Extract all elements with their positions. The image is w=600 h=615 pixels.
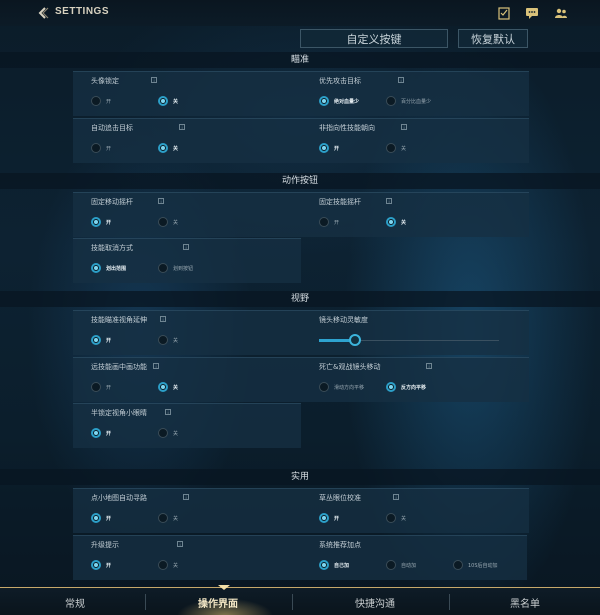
option-auto-after-10s[interactable]: 10S后自动加 (453, 560, 498, 570)
option-swipe-direction[interactable]: 滑动方向平移 (319, 382, 364, 392)
card-fixed-skill-stick: 固定技能摇杆 i 开 关 (301, 192, 529, 237)
info-icon[interactable]: i (183, 494, 189, 500)
info-icon[interactable]: i (165, 409, 171, 415)
option-on[interactable]: 开 (91, 513, 111, 523)
info-icon[interactable]: i (426, 363, 432, 369)
option-on[interactable]: 开 (91, 335, 111, 345)
card-title: 死亡&观战镜头移动 (319, 363, 381, 371)
slider-handle[interactable] (349, 334, 361, 346)
checklist-icon[interactable] (497, 6, 511, 20)
option-on[interactable]: 开 (91, 382, 111, 392)
card-title: 固定移动摇杆 (91, 198, 133, 206)
option-on[interactable]: 开 (91, 428, 111, 438)
option-off[interactable]: 关 (158, 428, 178, 438)
option-off[interactable]: 关 (158, 143, 178, 153)
info-icon[interactable]: i (401, 124, 407, 130)
info-icon[interactable]: i (160, 316, 166, 322)
option-off[interactable]: 关 (158, 217, 178, 227)
card-camera-sensitivity: 镜头移动灵敏度 (301, 310, 529, 355)
back-icon[interactable] (36, 6, 50, 20)
info-icon[interactable]: i (151, 77, 157, 83)
option-on[interactable]: 开 (91, 217, 111, 227)
tab-controls[interactable]: 操作界面 (143, 588, 293, 615)
card-title: 系统推荐加点 (319, 541, 361, 549)
info-icon[interactable]: i (158, 198, 164, 204)
info-icon[interactable]: i (153, 363, 159, 369)
custom-keys-button[interactable]: 自定义按键 (300, 29, 448, 48)
info-icon[interactable]: i (179, 124, 185, 130)
tab-blacklist[interactable]: 黑名单 (450, 588, 600, 615)
card-priority-target: 优先攻击目标 i 绝对血量少 百分比血量少 (301, 71, 529, 116)
card-recommended-points: 系统推荐加点 自己加 自动加 10S后自动加 (301, 535, 527, 580)
card-minimap-pathing: 点小地图自动寻路 i 开 关 (73, 488, 301, 533)
card-death-camera: 死亡&观战镜头移动 i 滑动方向平移 反方向平移 (301, 357, 529, 402)
card-title: 升级提示 (91, 541, 119, 549)
card-aim-view-extend: 技能瞄准视角延伸 i 开 关 (73, 310, 301, 355)
card-title: 镜头移动灵敏度 (319, 316, 368, 324)
card-skill-cancel: 技能取消方式 i 划出范围 划到按钮 (73, 238, 301, 283)
divider (292, 594, 293, 610)
bottom-nav: 常规 操作界面 快捷沟通 黑名单 (0, 585, 600, 615)
option-percent-hp[interactable]: 百分比血量少 (386, 96, 431, 106)
option-on[interactable]: 开 (319, 143, 339, 153)
card-avatar-lock: 头像锁定 i 开 关 (73, 71, 301, 116)
card-title: 自动追击目标 (91, 124, 133, 132)
card-bush-hide: 草丛眼位校准 i 开 关 (301, 488, 529, 533)
info-icon[interactable]: i (386, 198, 392, 204)
option-on[interactable]: 开 (91, 143, 111, 153)
card-fixed-move-stick: 固定移动摇杆 i 开 关 (73, 192, 301, 237)
card-title: 技能取消方式 (91, 244, 133, 252)
card-title: 草丛眼位校准 (319, 494, 361, 502)
option-swipe-to-button[interactable]: 划到按钮 (158, 263, 193, 273)
card-title: 头像锁定 (91, 77, 119, 85)
card-skill-area-center: 远技能画中画功能 i 开 关 (73, 357, 301, 402)
card-title: 固定技能摇杆 (319, 198, 361, 206)
friends-icon[interactable] (554, 6, 568, 20)
option-off[interactable]: 关 (386, 513, 406, 523)
card-auto-target: 自动追击目标 i 开 关 (73, 118, 301, 163)
section-view: 视野 (0, 291, 600, 307)
option-on[interactable]: 开 (91, 560, 111, 570)
option-off[interactable]: 关 (386, 217, 406, 227)
option-off[interactable]: 关 (158, 382, 178, 392)
option-off[interactable]: 关 (158, 560, 178, 570)
option-reverse-direction[interactable]: 反方向平移 (386, 382, 426, 392)
card-title: 半锁定视角小眼睛 (91, 409, 147, 417)
option-swipe-out[interactable]: 划出范围 (91, 263, 126, 273)
card-level-up-hint: 升级提示 i 开 关 (73, 535, 301, 580)
info-icon[interactable]: i (183, 244, 189, 250)
tab-quick-chat[interactable]: 快捷沟通 (300, 588, 450, 615)
card-title: 优先攻击目标 (319, 77, 361, 85)
option-manual[interactable]: 自己加 (319, 560, 349, 570)
option-off[interactable]: 关 (158, 513, 178, 523)
option-on[interactable]: 开 (319, 217, 339, 227)
section-utility: 实用 (0, 469, 600, 485)
card-title: 远技能画中画功能 (91, 363, 147, 371)
card-title: 技能瞄准视角延伸 (91, 316, 147, 324)
card-half-lock-view: 半锁定视角小眼睛 i 开 关 (73, 403, 301, 448)
option-off[interactable]: 关 (158, 96, 178, 106)
top-bar: SETTINGS (0, 0, 600, 26)
option-off[interactable]: 关 (386, 143, 406, 153)
option-off[interactable]: 关 (158, 335, 178, 345)
card-title: 非指向性技能朝向 (319, 124, 375, 132)
sensitivity-slider[interactable] (319, 334, 499, 346)
restore-default-button[interactable]: 恢复默认 (458, 29, 528, 48)
card-non-directional: 非指向性技能朝向 i 开 关 (301, 118, 529, 163)
section-aim: 瞄准 (0, 52, 600, 68)
tab-general[interactable]: 常规 (0, 588, 150, 615)
option-on[interactable]: 开 (91, 96, 111, 106)
card-title: 点小地图自动寻路 (91, 494, 147, 502)
page-title: SETTINGS (55, 6, 110, 17)
section-action-buttons: 动作按钮 (0, 173, 600, 189)
option-auto[interactable]: 自动加 (386, 560, 416, 570)
info-icon[interactable]: i (177, 541, 183, 547)
option-absolute-hp[interactable]: 绝对血量少 (319, 96, 359, 106)
option-on[interactable]: 开 (319, 513, 339, 523)
info-icon[interactable]: i (398, 77, 404, 83)
chat-icon[interactable] (525, 6, 539, 20)
info-icon[interactable]: i (393, 494, 399, 500)
